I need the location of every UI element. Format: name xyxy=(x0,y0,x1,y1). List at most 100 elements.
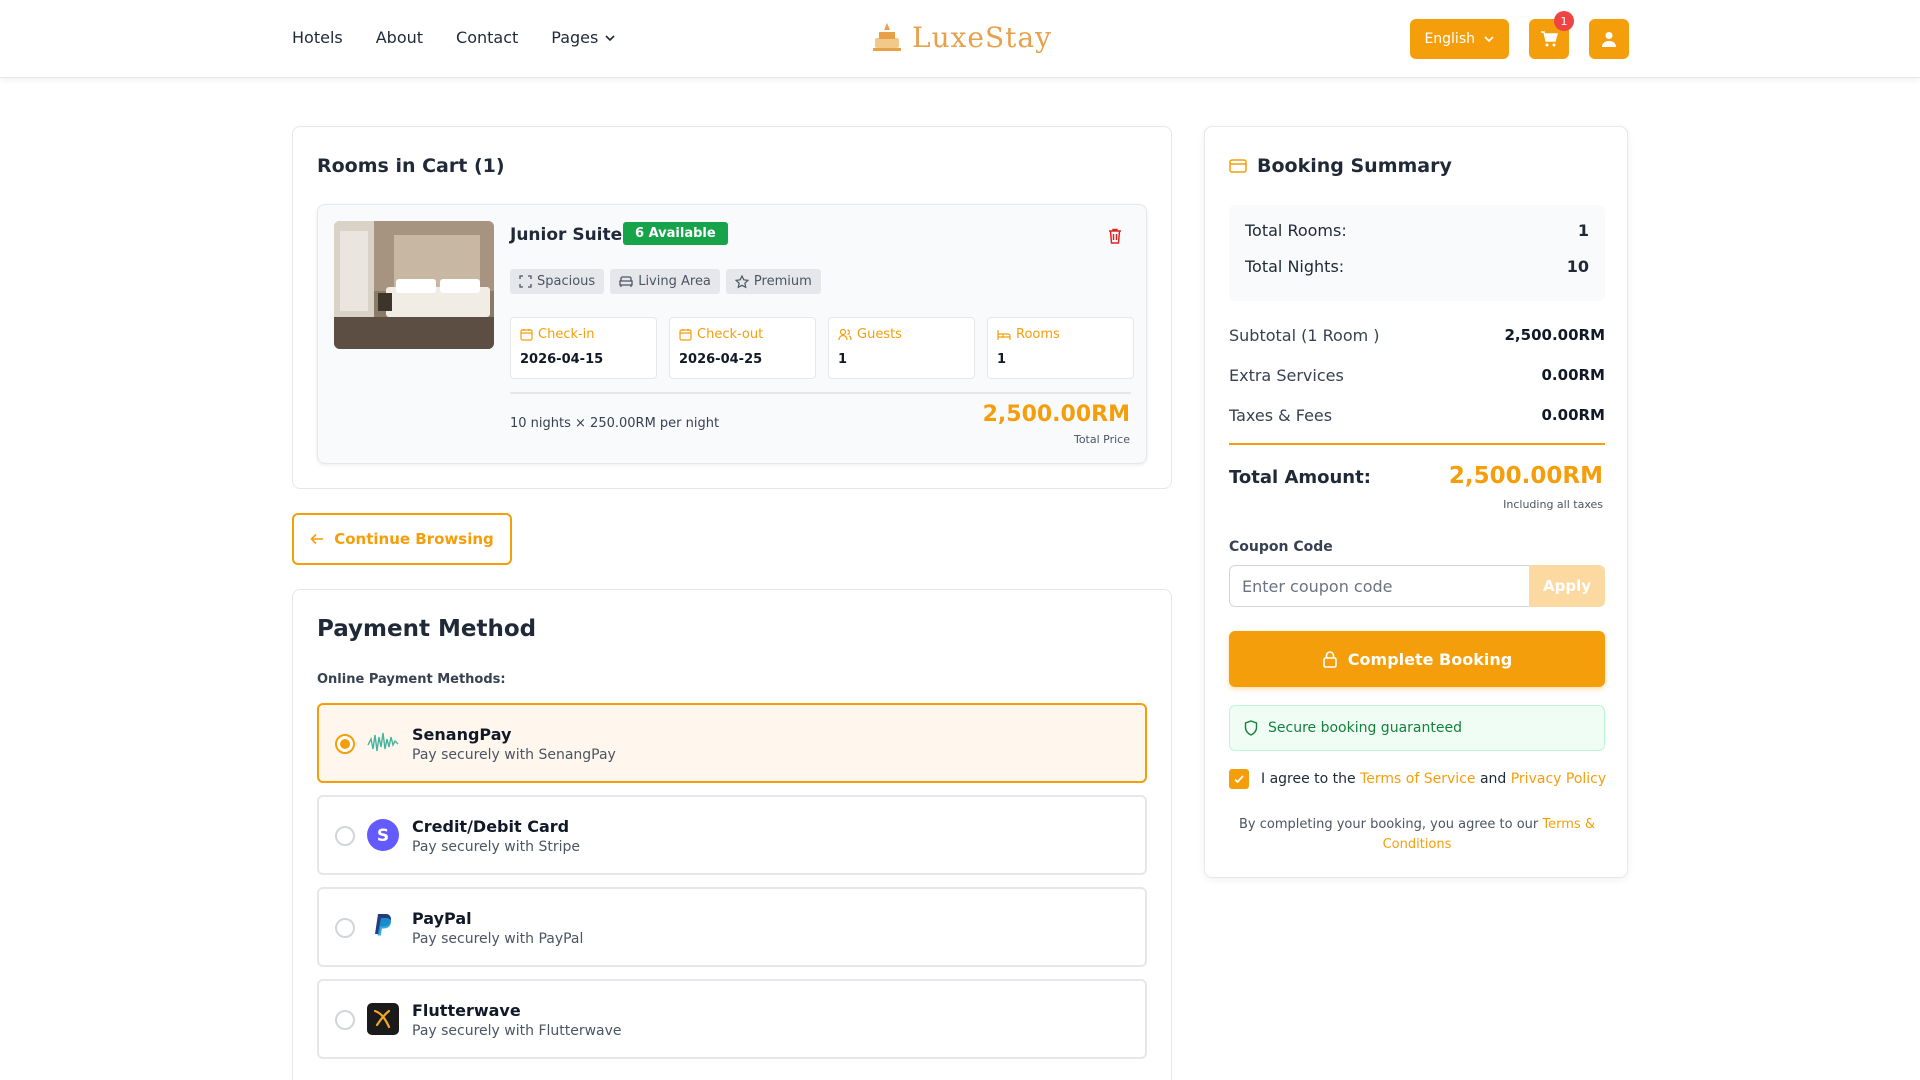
cart-title: Rooms in Cart (1) xyxy=(317,155,505,177)
method-name: Credit/Debit Card xyxy=(412,817,570,836)
method-desc: Pay securely with Flutterwave xyxy=(412,1023,622,1039)
guests-box: Guests 1 xyxy=(828,317,975,379)
tag-premium: Premium xyxy=(725,269,821,294)
total-amount-value: 2,500.00RM xyxy=(1448,463,1603,489)
shield-icon xyxy=(1244,720,1258,736)
payment-option-card[interactable]: S Credit/Debit Card Pay securely with St… xyxy=(317,795,1147,875)
method-desc: Pay securely with PayPal xyxy=(412,931,584,947)
tag-spacious: Spacious xyxy=(510,269,605,294)
method-name: Flutterwave xyxy=(412,1001,521,1020)
rooms-value: 1 xyxy=(997,352,1007,367)
agree-checkbox[interactable] xyxy=(1229,769,1249,789)
room-total-price-label: Total Price xyxy=(1073,433,1130,446)
continue-browsing-button[interactable]: Continue Browsing xyxy=(292,513,512,565)
remove-room-button[interactable] xyxy=(1106,227,1124,249)
checkout-label: Check-out xyxy=(697,327,764,342)
brand-name: LuxeStay xyxy=(912,20,1052,54)
room-tags: Spacious Living Area Premium xyxy=(510,269,821,294)
terms-agreement: I agree to the Terms of Service and Priv… xyxy=(1229,769,1606,789)
checkout-date: 2026-04-25 xyxy=(679,352,763,367)
radio-flutterwave[interactable] xyxy=(335,1010,355,1030)
user-icon xyxy=(1602,32,1616,47)
tag-label: Spacious xyxy=(537,274,596,289)
total-amount-note: Including all taxes xyxy=(1503,498,1603,511)
payment-card: Payment Method Online Payment Methods: S… xyxy=(292,589,1172,1080)
payment-option-paypal[interactable]: PayPal Pay securely with PayPal xyxy=(317,887,1147,967)
guests-label: Guests xyxy=(857,327,902,342)
nav-contact[interactable]: Contact xyxy=(456,28,518,47)
calendar-icon xyxy=(679,329,692,341)
trash-icon xyxy=(1109,228,1121,244)
top-navbar: Hotels About Contact Pages LuxeStay Engl… xyxy=(0,0,1920,78)
cart-button[interactable]: 1 xyxy=(1529,11,1574,59)
method-desc: Pay securely with Stripe xyxy=(412,839,580,855)
tag-label: Premium xyxy=(753,274,812,289)
language-button[interactable]: English xyxy=(1410,19,1509,59)
cart-icon xyxy=(1541,31,1558,47)
booking-summary-card: Booking Summary Total Rooms: 1 Total Nig… xyxy=(1204,126,1628,878)
room-image[interactable] xyxy=(334,221,494,349)
rooms-box: Rooms 1 xyxy=(987,317,1134,379)
radio-senangpay[interactable] xyxy=(335,734,355,754)
apply-coupon-button[interactable]: Apply xyxy=(1529,565,1605,607)
payment-option-senangpay[interactable]: SenangPay Pay securely with SenangPay xyxy=(317,703,1147,783)
subtotal-value: 2,500.00RM xyxy=(1504,326,1606,344)
lock-icon xyxy=(1322,651,1337,668)
user-button[interactable] xyxy=(1589,19,1629,59)
bed-icon xyxy=(997,329,1011,340)
expand-icon xyxy=(519,275,532,288)
complete-booking-button[interactable]: Complete Booking xyxy=(1229,631,1605,687)
summary-title-label: Booking Summary xyxy=(1257,155,1452,177)
nav-pages-label: Pages xyxy=(551,28,599,47)
terms-of-service-link[interactable]: Terms of Service xyxy=(1360,771,1475,787)
taxes-row: Taxes & Fees 0.00RM xyxy=(1229,406,1605,425)
users-icon xyxy=(838,328,852,341)
extra-services-label: Extra Services xyxy=(1229,366,1344,385)
tag-living-area: Living Area xyxy=(610,269,720,294)
total-nights-value: 10 xyxy=(1566,257,1589,276)
privacy-policy-link[interactable]: Privacy Policy xyxy=(1511,771,1606,787)
brand-logo[interactable]: LuxeStay xyxy=(870,20,1052,54)
checkin-box: Check-in 2026-04-15 xyxy=(510,317,657,379)
per-night-breakdown: 10 nights × 250.00RM per night xyxy=(510,416,720,431)
taxes-value: 0.00RM xyxy=(1541,406,1606,424)
method-name: PayPal xyxy=(412,909,472,928)
cart-card: Rooms in Cart (1) Junior Suite 6 Availab… xyxy=(292,126,1172,489)
total-rooms-row: Total Rooms: 1 xyxy=(1245,221,1589,240)
subtotal-label: Subtotal (1 Room ) xyxy=(1229,326,1380,345)
radio-card[interactable] xyxy=(335,826,355,846)
credit-card-icon xyxy=(1229,159,1247,173)
total-rooms-value: 1 xyxy=(1577,221,1589,240)
extra-services-row: Extra Services 0.00RM xyxy=(1229,366,1605,385)
secure-booking-label: Secure booking guaranteed xyxy=(1268,720,1462,736)
disclaimer-text: By completing your booking, you agree to… xyxy=(1239,817,1539,832)
hotel-logo-icon xyxy=(873,23,901,51)
checkin-date: 2026-04-15 xyxy=(520,352,604,367)
booking-summary-title: Booking Summary xyxy=(1229,155,1452,177)
rooms-label: Rooms xyxy=(1016,327,1060,342)
flutterwave-logo-icon xyxy=(367,1003,399,1035)
cart-room-item: Junior Suite 6 Available Spacious Living… xyxy=(317,204,1147,464)
agree-and: and xyxy=(1479,771,1507,787)
nav-pages[interactable]: Pages xyxy=(551,28,616,47)
star-icon xyxy=(734,274,749,288)
radio-paypal[interactable] xyxy=(335,918,355,938)
agree-text: I agree to the xyxy=(1261,771,1356,787)
nav-hotels[interactable]: Hotels xyxy=(292,28,343,47)
check-icon xyxy=(1234,775,1244,784)
nav-about[interactable]: About xyxy=(376,28,423,47)
checkout-box: Check-out 2026-04-25 xyxy=(669,317,816,379)
room-photo-illustration xyxy=(334,221,494,349)
availability-badge: 6 Available xyxy=(623,222,728,245)
chevron-down-icon xyxy=(605,34,615,41)
coupon-input[interactable] xyxy=(1229,565,1529,607)
guests-value: 1 xyxy=(838,352,848,367)
room-name: Junior Suite xyxy=(510,225,623,245)
extra-services-value: 0.00RM xyxy=(1541,366,1606,384)
booking-disclaimer: By completing your booking, you agree to… xyxy=(1229,815,1605,855)
paypal-logo-icon xyxy=(367,911,399,943)
arrow-left-icon xyxy=(310,533,324,545)
divider xyxy=(510,392,1131,394)
summary-counts: Total Rooms: 1 Total Nights: 10 xyxy=(1229,205,1605,301)
payment-option-flutterwave[interactable]: Flutterwave Pay securely with Flutterwav… xyxy=(317,979,1147,1059)
